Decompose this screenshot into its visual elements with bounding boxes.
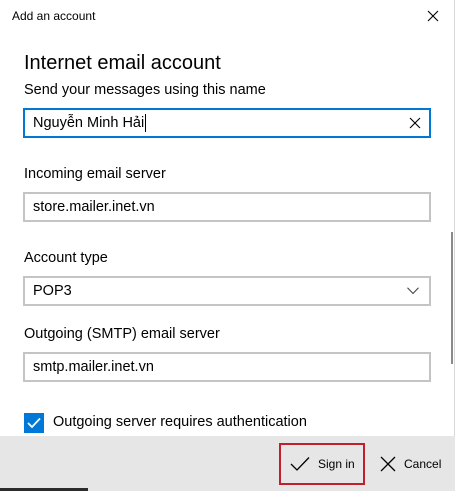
text-caret: [145, 114, 147, 132]
name-field[interactable]: Nguyễn Minh Hải: [23, 108, 431, 138]
cancel-label: Cancel: [404, 457, 442, 471]
close-button[interactable]: [422, 5, 444, 27]
name-field-value: Nguyễn Minh Hải: [33, 115, 145, 131]
checkmark-icon: [27, 417, 41, 429]
title-bar: Add an account: [0, 0, 455, 32]
incoming-server-label: Incoming email server: [24, 166, 166, 182]
chevron-down-icon: [407, 287, 419, 295]
cancel-button[interactable]: Cancel: [380, 449, 441, 479]
page-heading: Internet email account: [24, 52, 221, 74]
cancel-x-icon: [380, 456, 396, 472]
add-account-dialog: Add an account Internet email account Se…: [0, 0, 455, 491]
incoming-server-value: store.mailer.inet.vn: [33, 199, 155, 215]
outgoing-server-value: smtp.mailer.inet.vn: [33, 359, 154, 375]
window-title: Add an account: [12, 9, 96, 23]
clear-icon[interactable]: [409, 117, 421, 129]
close-icon: [427, 10, 439, 22]
auth-checkbox-label: Outgoing server requires authentication: [53, 414, 307, 430]
name-field-label: Send your messages using this name: [24, 82, 266, 98]
scrollbar-thumb[interactable]: [451, 232, 453, 364]
account-type-select[interactable]: POP3: [23, 276, 431, 306]
account-type-label: Account type: [24, 250, 108, 266]
account-type-value: POP3: [33, 283, 72, 299]
highlight-annotation: [279, 443, 365, 485]
incoming-server-field[interactable]: store.mailer.inet.vn: [23, 192, 431, 222]
outgoing-server-field[interactable]: smtp.mailer.inet.vn: [23, 352, 431, 382]
outgoing-server-label: Outgoing (SMTP) email server: [24, 326, 220, 342]
auth-checkbox[interactable]: [24, 413, 44, 433]
